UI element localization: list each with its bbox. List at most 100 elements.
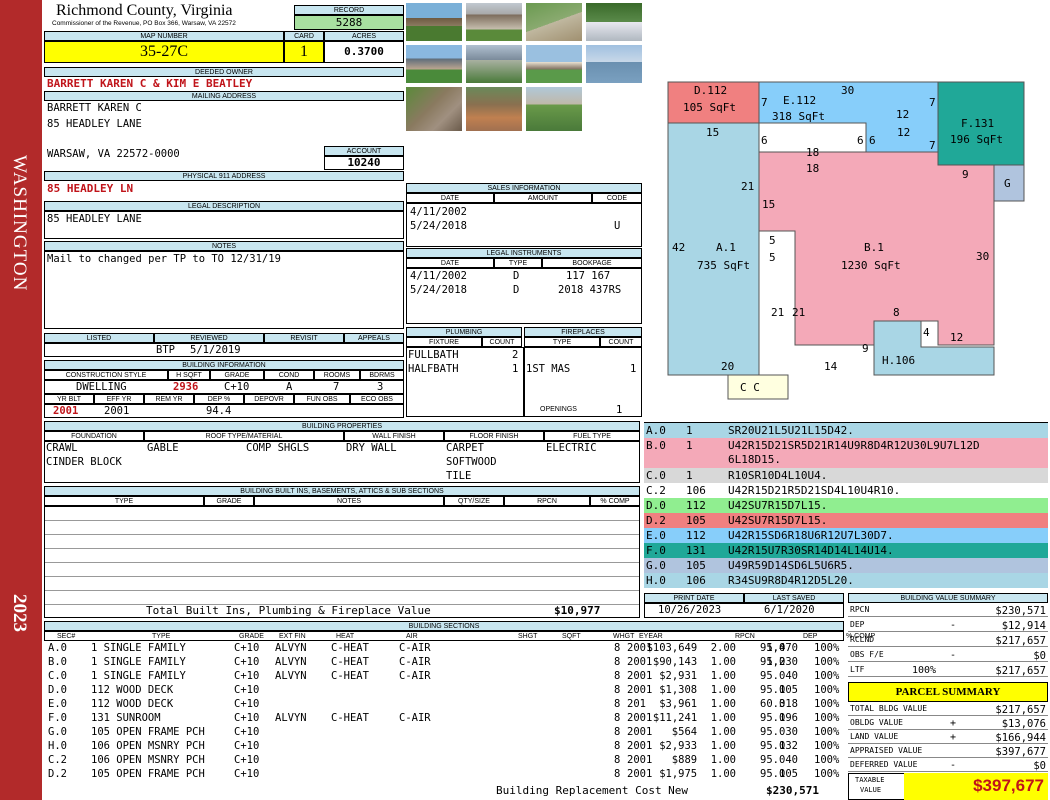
sketch-label-H: H.106 xyxy=(882,354,916,367)
photo-1[interactable] xyxy=(405,2,463,42)
sections-col-4: HEAT xyxy=(336,633,355,640)
sketch-sqft-B: 1230 SqFt xyxy=(841,259,901,272)
photo-2[interactable] xyxy=(465,2,523,42)
section-comp: 100% xyxy=(814,754,840,766)
section-cell: 1 SINGLE FAMILY xyxy=(91,656,186,668)
sketch-label-D: D.112 xyxy=(694,84,728,97)
photo-8[interactable] xyxy=(585,44,643,84)
plumbing-title: PLUMBING xyxy=(406,327,522,337)
li-col-date: DATE xyxy=(406,258,494,268)
reviewed-by: BTP xyxy=(156,344,175,356)
building-bdrms: 3 xyxy=(377,381,384,393)
section-sqft: 40 xyxy=(785,670,798,682)
parcel-summary-label: LAND VALUE xyxy=(850,732,899,741)
bi-label-depovr: DEPOVR xyxy=(244,394,294,404)
section-eyear: 2001 xyxy=(627,684,653,696)
photo-10[interactable] xyxy=(465,86,523,132)
fireplaces-col-count: COUNT xyxy=(600,337,642,347)
section-dep: 95.0 xyxy=(760,684,786,696)
plumbing-col-fixture: FIXTURE xyxy=(406,337,482,347)
li-row-date: 4/11/2002 xyxy=(410,270,467,282)
legend-code: B.0 xyxy=(646,439,666,452)
sketch-dimension: 8 xyxy=(893,306,900,319)
map-number-label: MAP NUMBER xyxy=(44,31,284,41)
sketch-dimension: 7 xyxy=(929,139,936,152)
section-row: C.0 1 SINGLE FAMILY C+10 ALVYN C-HEAT C-AIR 1.… xyxy=(44,669,844,683)
photo-9[interactable] xyxy=(405,86,463,132)
section-rpcn: $564 xyxy=(671,726,698,738)
section-whgt: 8 xyxy=(614,698,621,710)
builtins-col-comp: % COMP xyxy=(590,496,640,506)
floor-finish-1: CARPET xyxy=(446,442,484,454)
section-comp: 100% xyxy=(814,684,840,696)
photo-4[interactable] xyxy=(585,2,643,42)
builtins-col-qty: QTY/SIZE xyxy=(444,496,504,506)
section-whgt: 8 xyxy=(614,642,621,654)
fireplaces-col-type: TYPE xyxy=(524,337,600,347)
photo-11[interactable] xyxy=(525,86,583,132)
legend-code: D.2 xyxy=(646,514,666,527)
sketch-dimension: 12 xyxy=(896,108,910,121)
listed-label: LISTED xyxy=(44,333,154,343)
legend-row: B.0 1 U42R15D21SR5D21R14U9R8D4R12U30L9U7L1… xyxy=(644,438,1048,468)
plumbing-count: 2 xyxy=(512,349,519,361)
section-whgt: 8 xyxy=(614,656,621,668)
section-cell: ALVYN xyxy=(275,642,307,654)
parcel-summary-title: PARCEL SUMMARY xyxy=(848,682,1048,702)
photo-3[interactable] xyxy=(525,2,583,42)
parcel-summary-row: APPRAISED VALUE $397,677 xyxy=(848,744,1048,758)
sketch-dimension: 42 xyxy=(672,241,686,254)
legend-number: 1 xyxy=(686,469,693,482)
builtins-col-grade: GRADE xyxy=(204,496,254,506)
section-eyear: 2001 xyxy=(627,712,653,724)
prop-label-wall: WALL FINISH xyxy=(344,431,444,441)
sketch-label-C: C C xyxy=(740,381,760,394)
photo-5[interactable] xyxy=(405,44,463,84)
legend-row: D.0 112 U42SU7R15D7L15. xyxy=(644,498,1048,513)
value-summary-row: DEP - $12,914 xyxy=(848,618,1048,632)
section-cell: C-HEAT xyxy=(331,712,369,724)
photo-6[interactable] xyxy=(465,44,523,84)
building-grade: C+10 xyxy=(224,381,250,393)
fireplace-count: 1 xyxy=(630,363,637,375)
sketch-dimension: 14 xyxy=(824,360,838,373)
prop-label-floor: FLOOR FINISH xyxy=(444,431,544,441)
parcel-summary-label: OBLDG VALUE xyxy=(850,718,903,727)
legend-number: 1 xyxy=(686,424,693,437)
builtins-col-rpcn: RPCN xyxy=(504,496,590,506)
bi-label-effyr: EFF YR xyxy=(94,394,144,404)
legend-path: U42SU7R15D7L15. xyxy=(728,499,828,512)
sketch-dimension: 15 xyxy=(762,198,776,211)
section-cell: 131 SUNROOM xyxy=(91,712,161,724)
li-col-type: TYPE xyxy=(494,258,542,268)
builtins-total: $10,977 xyxy=(554,604,601,617)
sections-col-1: TYPE xyxy=(152,633,171,640)
bi-label-rooms: ROOMS xyxy=(314,370,360,380)
legend-code: E.0 xyxy=(646,529,666,542)
account-label: ACCOUNT xyxy=(324,146,404,156)
section-dep: 95.0 xyxy=(760,712,786,724)
roof-material: COMP SHGLS xyxy=(246,442,310,454)
section-row: F.0 131 SUNROOM C+10 ALVYN C-HEAT C-AIR 1.00 19… xyxy=(44,711,844,725)
acres-value: 0.3700 xyxy=(324,41,404,63)
section-cell: C-HEAT xyxy=(331,670,369,682)
map-number-value: 35-27C xyxy=(44,41,284,63)
legend-code: G.0 xyxy=(646,559,666,572)
parcel-summary-row: LAND VALUE + $166,944 xyxy=(848,730,1048,744)
section-dep: 60.0 xyxy=(760,698,786,710)
photo-7[interactable] xyxy=(525,44,583,84)
print-date: 10/26/2023 xyxy=(658,604,722,616)
section-row: G.0 105 OPEN FRAME PCH C+10 1.00 30 8 2001 $564… xyxy=(44,725,844,739)
legal-description-label: LEGAL DESCRIPTION xyxy=(44,201,404,211)
sections-total-label: Building Replacement Cost New xyxy=(496,784,689,797)
legend-number: 106 xyxy=(686,484,706,497)
fuel-type: ELECTRIC xyxy=(546,442,597,454)
legend-path: U42SU7R15D7L15. xyxy=(728,514,828,527)
openings-label: OPENINGS xyxy=(540,406,577,413)
sketch-sqft-D: 105 SqFt xyxy=(683,101,736,114)
section-comp: 100% xyxy=(814,656,840,668)
section-cell: C-AIR xyxy=(399,670,431,682)
section-sqft: 40 xyxy=(785,754,798,766)
floor-sketch xyxy=(667,81,1025,400)
sketch-dimension: 6 xyxy=(869,134,876,147)
